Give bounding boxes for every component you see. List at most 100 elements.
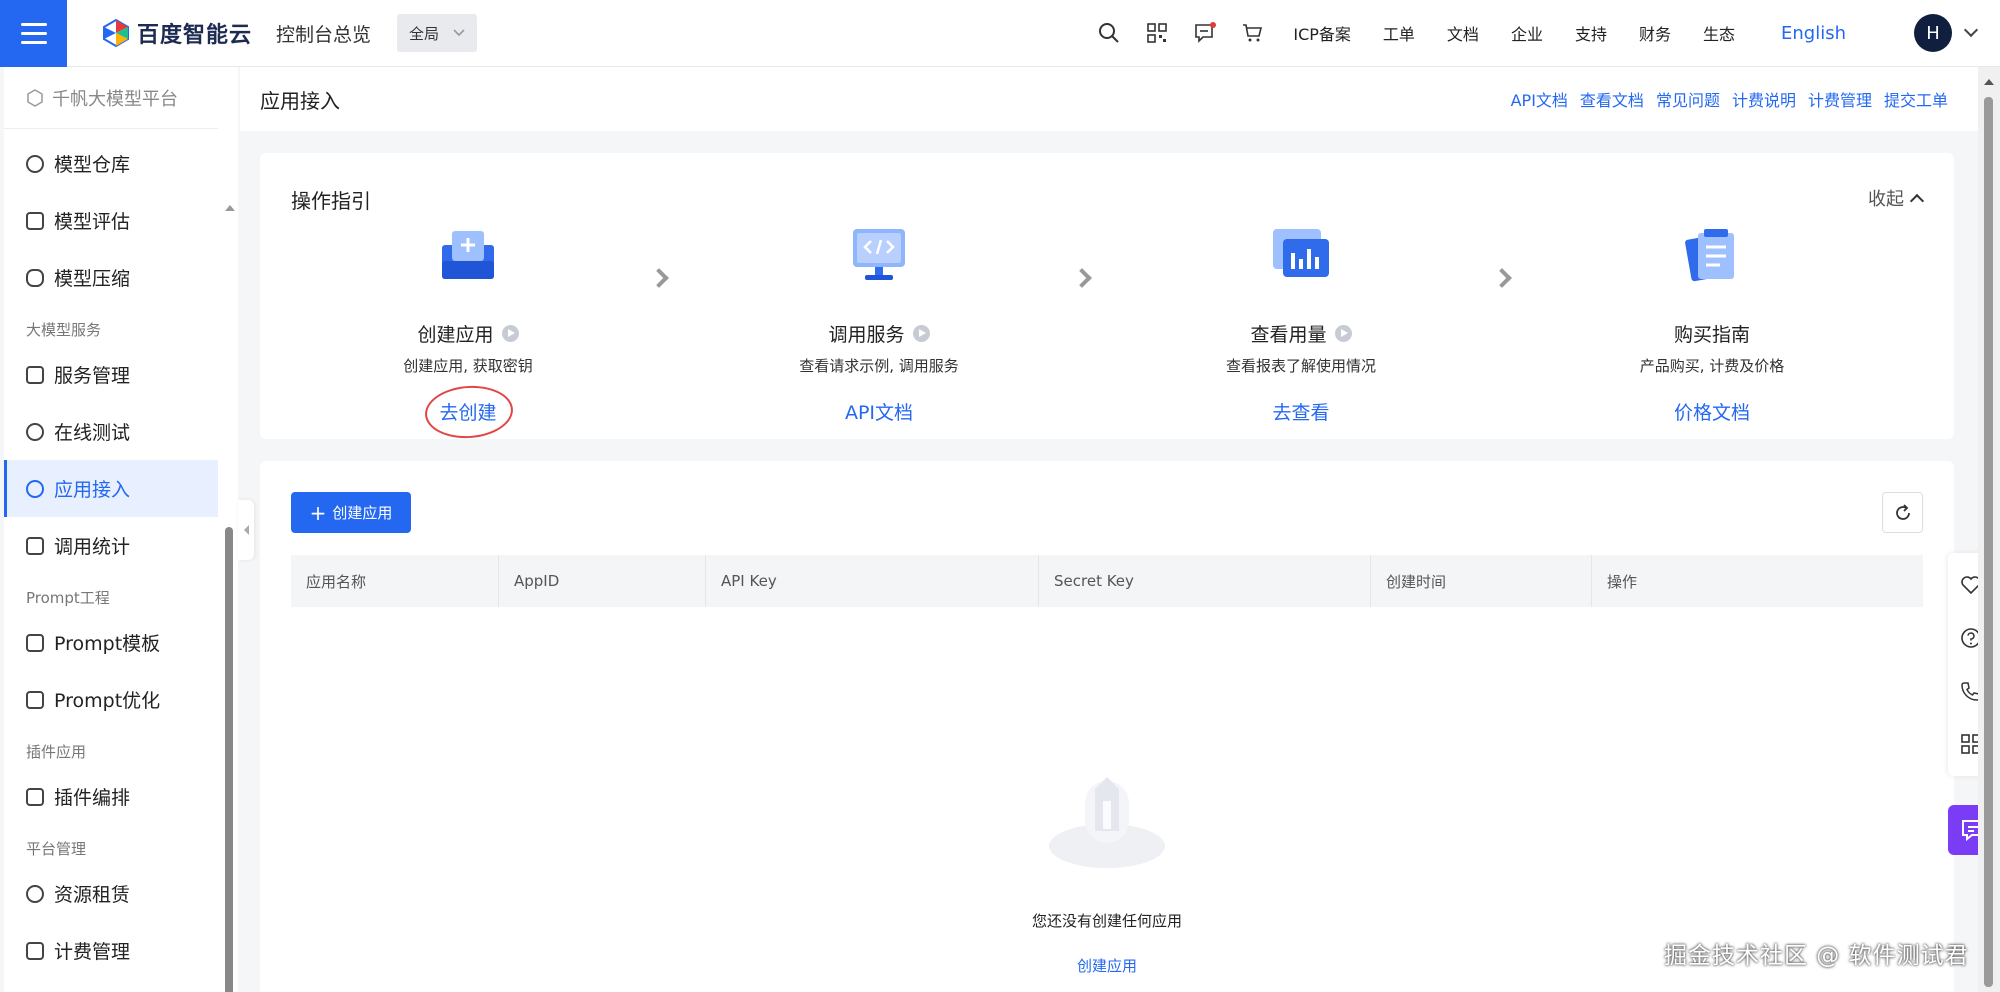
play-video-icon[interactable] [912, 325, 930, 342]
empty-box-icon [1049, 777, 1165, 868]
step-title-purchase-guide: 购买指南 [1582, 320, 1842, 347]
scroll-up-icon[interactable] [1984, 79, 1994, 85]
platform-icon [27, 88, 43, 107]
sidebar-item-label: 资源租赁 [54, 884, 131, 906]
step-title-view-usage: 查看用量 [1171, 320, 1431, 347]
nav-link-ecosystem[interactable]: 生态 [1703, 21, 1735, 45]
call-stats-icon [26, 536, 44, 555]
step-arrow-icon [1072, 268, 1092, 288]
sidebar-item-resource-rent[interactable]: 资源租赁 [4, 865, 238, 922]
sidebar-scrollbar[interactable] [223, 127, 235, 992]
guide-step-view-usage: 查看用量 查看报表了解使用情况 去查看 [1171, 227, 1431, 425]
guide-title: 操作指引 [291, 189, 371, 213]
step-desc-call-service: 查看请求示例, 调用服务 [799, 357, 959, 375]
sidebar-item-model-repo[interactable]: 模型仓库 [4, 135, 238, 192]
menu-icon[interactable] [0, 0, 67, 67]
step-title-text: 查看用量 [1250, 324, 1327, 346]
column-header-created-time[interactable]: 创建时间 [1371, 555, 1592, 607]
sidebar-platform-title[interactable]: 千帆大模型平台 [4, 67, 218, 129]
empty-state-text: 您还没有创建任何应用 [1031, 912, 1182, 930]
sidebar-collapse-handle[interactable] [238, 500, 254, 560]
sidebar-item-prompt-template[interactable]: Prompt模板 [4, 614, 238, 671]
step-desc-purchase-guide: 产品购买, 计费及价格 [1639, 357, 1785, 375]
sidebar-item-model-eval[interactable]: 模型评估 [4, 192, 238, 249]
play-video-icon[interactable] [501, 325, 519, 342]
avatar[interactable]: H [1914, 14, 1952, 52]
sidebar-item-online-test[interactable]: 在线测试 [4, 403, 238, 460]
region-select[interactable]: 全局 [397, 14, 478, 52]
step-arrow-icon [649, 268, 669, 288]
step-title-create-app: 创建应用 [338, 320, 598, 347]
nav-link-enterprise[interactable]: 企业 [1511, 21, 1543, 45]
step-title-text: 购买指南 [1673, 324, 1750, 346]
column-header-app-name[interactable]: 应用名称 [291, 555, 499, 607]
online-test-icon [26, 422, 44, 441]
console-overview-link[interactable]: 控制台总览 [276, 20, 371, 47]
column-header-secret-key[interactable]: Secret Key [1039, 555, 1371, 607]
message-icon[interactable] [1191, 19, 1219, 47]
model-eval-icon [26, 211, 44, 230]
platform-name: 千帆大模型平台 [52, 88, 178, 110]
brand-logo[interactable]: 百度智能云 [103, 17, 252, 49]
nav-link-docs[interactable]: 文档 [1447, 21, 1479, 45]
sidebar-item-app-access[interactable]: 应用接入 [4, 460, 218, 517]
view-usage-illustration-icon [1273, 229, 1329, 277]
header-link-view-docs[interactable]: 查看文档 [1580, 87, 1644, 111]
plugin-orchestrate-icon [26, 787, 44, 806]
header-link-billing-info[interactable]: 计费说明 [1732, 87, 1796, 111]
header-link-submit-ticket[interactable]: 提交工单 [1884, 87, 1948, 111]
guide-collapse-button[interactable]: 收起 [1868, 185, 1925, 211]
nav-link-icp[interactable]: ICP备案 [1293, 21, 1351, 45]
language-switch[interactable]: English [1781, 23, 1846, 44]
sidebar-group-prompt: Prompt工程 [26, 589, 110, 607]
sidebar-item-label: Prompt优化 [54, 690, 161, 712]
qrcode-icon[interactable] [1143, 19, 1171, 47]
header-link-billing-manage[interactable]: 计费管理 [1808, 87, 1872, 111]
operation-guide-card: 操作指引 收起 创建应用 创建应用, 获取密钥 去创建 调用服务 查看请求示例,… [260, 153, 1954, 439]
header-link-faq[interactable]: 常见问题 [1656, 87, 1720, 111]
sidebar-item-plugin-orchestrate[interactable]: 插件编排 [4, 768, 238, 825]
sidebar-item-label: 插件编排 [54, 787, 131, 809]
search-icon[interactable] [1095, 19, 1123, 47]
chevron-down-icon[interactable] [1963, 22, 1979, 38]
play-video-icon[interactable] [1334, 325, 1352, 342]
scroll-up-icon[interactable] [225, 205, 235, 211]
page-title: 应用接入 [260, 88, 340, 113]
sidebar-group-platform: 平台管理 [26, 840, 87, 858]
main-scroll-thumb[interactable] [1984, 97, 1993, 987]
step-arrow-icon [1492, 268, 1512, 288]
sidebar-item-billing[interactable]: 计费管理 [4, 922, 238, 979]
chevron-down-icon [453, 29, 465, 37]
sidebar-item-prompt-optimize[interactable]: Prompt优化 [4, 671, 238, 728]
sidebar-scroll-thumb[interactable] [225, 527, 233, 992]
guide-step-purchase-guide: 购买指南 产品购买, 计费及价格 价格文档 [1582, 227, 1842, 425]
watermark: 掘金技术社区 @ 软件测试君 [1664, 943, 1969, 969]
api-docs-link[interactable]: API文档 [845, 398, 913, 425]
refresh-button[interactable] [1882, 492, 1923, 533]
call-service-illustration-icon [853, 229, 905, 280]
sidebar-item-model-compress[interactable]: 模型压缩 [4, 249, 238, 306]
column-header-app-id[interactable]: AppID [499, 555, 706, 607]
create-app-button[interactable]: + 创建应用 [291, 492, 411, 533]
sidebar: 千帆大模型平台 模型仓库 模型评估 模型压缩 大模型服务 服务管理 在线测试 应… [4, 67, 238, 992]
chevron-left-icon [243, 525, 249, 535]
cart-icon[interactable] [1239, 19, 1267, 47]
sidebar-item-call-stats[interactable]: 调用统计 [4, 517, 238, 574]
nav-link-support[interactable]: 支持 [1575, 21, 1607, 45]
guide-step-call-service: 调用服务 查看请求示例, 调用服务 API文档 [749, 227, 1009, 425]
go-view-link[interactable]: 去查看 [1272, 398, 1329, 425]
column-header-api-key[interactable]: API Key [706, 555, 1039, 607]
go-create-link[interactable]: 去创建 [439, 398, 496, 425]
nav-link-ticket[interactable]: 工单 [1383, 21, 1415, 45]
top-navigation-bar: 百度智能云 控制台总览 全局 ICP备案 工单 文档 企业 支持 财务 生态 E… [0, 0, 2000, 67]
header-link-api-docs[interactable]: API文档 [1511, 87, 1568, 111]
step-title-call-service: 调用服务 [749, 320, 1009, 347]
column-header-actions[interactable]: 操作 [1592, 555, 1923, 607]
prompt-optimize-icon [26, 690, 44, 709]
main-scrollbar[interactable] [1978, 67, 2000, 992]
sidebar-item-label: 应用接入 [54, 479, 131, 501]
nav-link-finance[interactable]: 财务 [1639, 21, 1671, 45]
price-docs-link[interactable]: 价格文档 [1674, 398, 1750, 425]
sidebar-item-service-manage[interactable]: 服务管理 [4, 346, 238, 403]
create-app-illustration-icon [442, 231, 494, 279]
